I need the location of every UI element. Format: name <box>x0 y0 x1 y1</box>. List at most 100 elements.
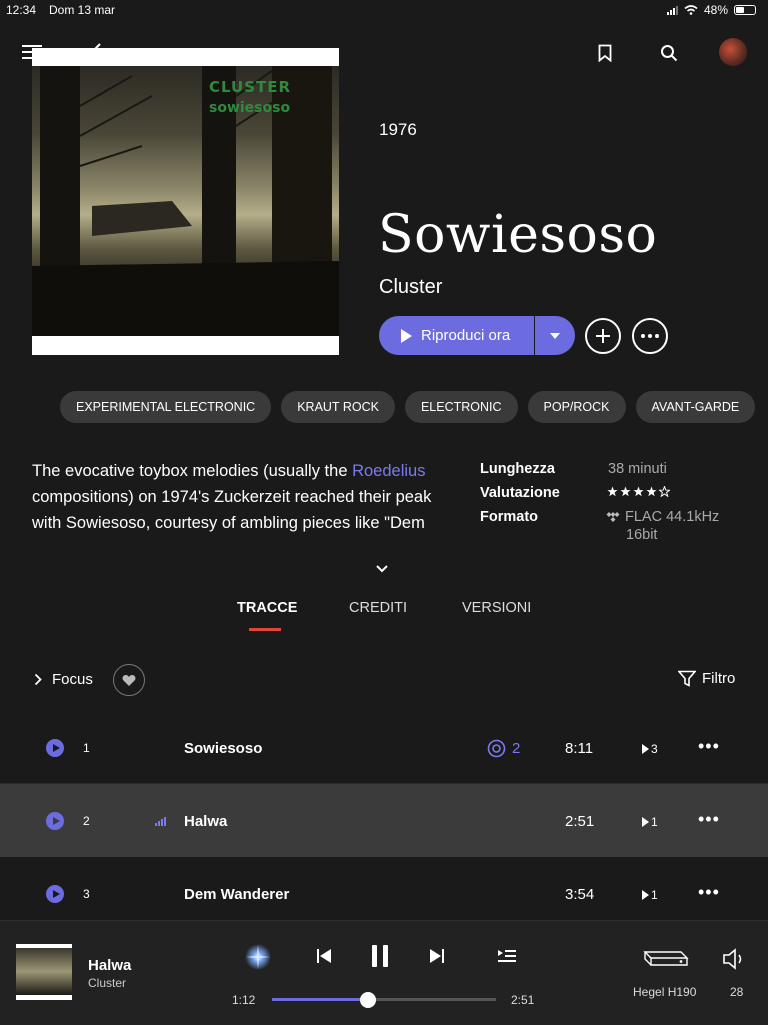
track-more-icon[interactable]: ••• <box>698 736 720 757</box>
rating-stars <box>607 486 670 497</box>
queue-icon[interactable] <box>497 948 517 969</box>
format-value-row: FLAC 44.1kHz <box>606 509 719 525</box>
output-device-name[interactable]: Hegel H190 <box>633 985 696 999</box>
album-cover: CLUSTER sowiesoso <box>32 48 339 355</box>
expand-description-icon[interactable] <box>375 560 389 578</box>
more-dots-icon <box>641 334 659 338</box>
volume-level: 28 <box>730 985 744 999</box>
length-label: Lunghezza <box>480 461 555 477</box>
filter-label: Filtro <box>702 670 736 687</box>
play-count-value: 1 <box>651 815 658 829</box>
format-label: Formato <box>480 509 538 525</box>
track-number: 2 <box>83 814 90 828</box>
tidal-icon <box>606 512 620 522</box>
pause-icon[interactable] <box>370 944 390 973</box>
previous-track-icon[interactable] <box>315 947 333 970</box>
heart-icon <box>122 674 136 686</box>
play-now-button[interactable]: Riproduci ora <box>379 316 534 355</box>
back-icon[interactable] <box>86 42 106 62</box>
volume-icon[interactable] <box>722 948 748 975</box>
track-play-count: 1 <box>642 888 658 902</box>
filter-icon <box>678 670 696 687</box>
play-count-value: 3 <box>651 742 658 756</box>
output-device-icon[interactable] <box>641 949 689 974</box>
tab-versions[interactable]: VERSIONI <box>462 600 531 616</box>
focus-toggle[interactable]: Focus <box>34 671 93 688</box>
active-tab-indicator <box>249 628 281 631</box>
more-options-button[interactable] <box>632 318 668 354</box>
play-count-icon <box>642 817 649 827</box>
cover-artwork <box>32 66 339 336</box>
track-title: Halwa <box>184 813 228 830</box>
format-value: FLAC 44.1kHz <box>625 509 720 525</box>
track-duration: 8:11 <box>565 740 594 757</box>
length-value: 38 minuti <box>608 461 667 477</box>
description-text: The evocative toybox melodies (usually t… <box>32 462 353 480</box>
track-number: 3 <box>83 887 90 901</box>
battery-icon <box>734 5 756 15</box>
avatar[interactable] <box>719 38 747 66</box>
format-bitdepth: 16bit <box>626 527 658 543</box>
now-playing-title[interactable]: Halwa <box>88 957 131 974</box>
total-time: 2:51 <box>511 993 535 1007</box>
genre-tag[interactable]: POP/ROCK <box>527 391 626 423</box>
search-icon[interactable] <box>658 42 680 64</box>
genre-tag[interactable]: EXPERIMENTAL ELECTRONIC <box>60 391 272 423</box>
now-playing-artist[interactable]: Cluster <box>88 976 126 990</box>
track-number: 1 <box>83 741 90 755</box>
now-playing-artwork[interactable] <box>16 944 72 1000</box>
status-time: 12:34 <box>6 3 37 17</box>
next-track-icon[interactable] <box>428 947 446 970</box>
chevron-down-icon <box>550 332 560 339</box>
star-filled-icon <box>607 486 618 497</box>
genre-tags: EXPERIMENTAL ELECTRONIC KRAUT ROCK ELECT… <box>60 391 756 423</box>
bookmark-icon[interactable] <box>594 42 616 64</box>
star-filled-icon <box>646 486 657 497</box>
progress-fill <box>272 998 369 1001</box>
track-more-icon[interactable]: ••• <box>698 809 720 830</box>
play-now-label: Riproduci ora <box>421 327 511 344</box>
versions-count: 2 <box>512 740 521 757</box>
genre-tag[interactable]: ELECTRONIC <box>404 391 518 423</box>
sparkle-icon[interactable] <box>244 943 272 976</box>
star-filled-icon <box>620 486 631 497</box>
add-to-library-button[interactable] <box>585 318 621 354</box>
album-title: Sowiesoso <box>378 205 658 265</box>
play-count-icon <box>642 744 649 754</box>
play-count-icon <box>642 890 649 900</box>
track-title: Sowiesoso <box>184 740 263 757</box>
track-play-icon[interactable] <box>46 812 64 830</box>
description-link[interactable]: Roedelius <box>352 462 425 480</box>
star-filled-icon <box>633 486 644 497</box>
play-icon <box>401 328 412 343</box>
track-duration: 2:51 <box>565 813 595 830</box>
status-bar: 12:34 Dom 13 mar 48% <box>0 0 768 20</box>
cover-band-text: CLUSTER <box>209 78 292 96</box>
plus-icon <box>596 329 610 343</box>
battery-percent: 48% <box>703 3 728 17</box>
track-play-icon[interactable] <box>46 739 64 757</box>
elapsed-time: 1:12 <box>232 993 256 1007</box>
genre-tag[interactable]: AVANT-GARDE <box>635 391 756 423</box>
track-versions[interactable]: 2 <box>487 739 520 758</box>
tab-tracks[interactable]: TRACCE <box>237 600 297 616</box>
track-play-icon[interactable] <box>46 885 64 903</box>
tab-credits[interactable]: CREDITI <box>349 600 407 616</box>
track-more-icon[interactable]: ••• <box>698 882 720 903</box>
track-row[interactable]: 1 Sowiesoso 2 8:11 3 ••• <box>0 711 768 784</box>
play-options-dropdown[interactable] <box>535 316 575 355</box>
album-year: 1976 <box>379 120 417 139</box>
description-text: compositions) on 1974's Zuckerzeit reach… <box>32 488 432 532</box>
cellular-signal-icon <box>666 5 678 15</box>
track-title: Dem Wanderer <box>184 886 290 903</box>
now-playing-equalizer-icon <box>155 817 166 826</box>
versions-icon <box>487 739 506 758</box>
track-row[interactable]: 2 Halwa 2:51 1 ••• <box>0 784 768 857</box>
play-count-value: 1 <box>651 888 658 902</box>
favorite-button[interactable] <box>113 664 145 696</box>
album-artist[interactable]: Cluster <box>379 276 442 299</box>
chevron-right-icon <box>34 673 42 686</box>
genre-tag[interactable]: KRAUT ROCK <box>281 391 395 423</box>
album-description: The evocative toybox melodies (usually t… <box>32 458 452 536</box>
filter-button[interactable]: Filtro <box>678 670 735 687</box>
